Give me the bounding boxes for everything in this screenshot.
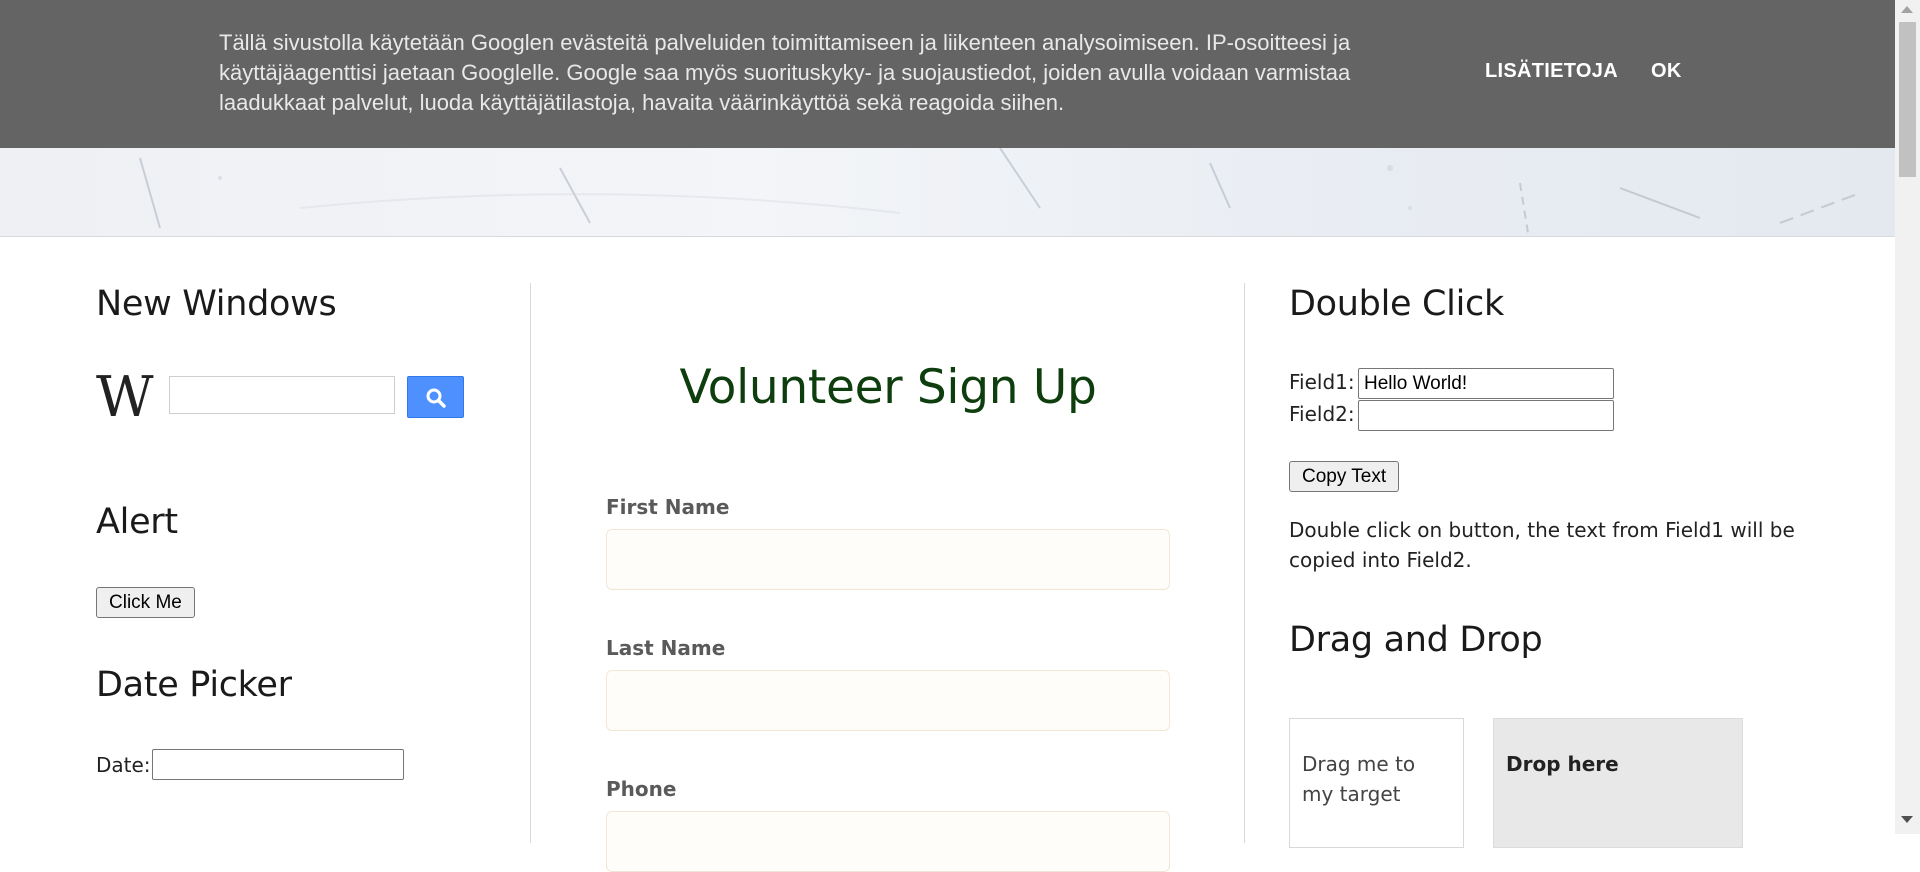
wikipedia-search-button[interactable] [407, 376, 464, 418]
cookie-banner: Tällä sivustolla käytetään Googlen eväst… [0, 0, 1895, 148]
field2-input[interactable] [1358, 400, 1614, 431]
phone-field[interactable] [606, 811, 1170, 872]
scroll-down-arrow-icon[interactable] [1901, 816, 1913, 823]
field2-label: Field2: [1289, 402, 1355, 426]
cookie-ok-button[interactable]: OK [1651, 60, 1682, 83]
drop-target[interactable]: Drop here [1493, 718, 1743, 848]
date-label: Date: [96, 753, 151, 777]
search-icon [426, 388, 446, 408]
double-click-instruction: Double click on button, the text from Fi… [1289, 518, 1795, 572]
column-divider [530, 283, 531, 843]
last-name-field[interactable] [606, 670, 1170, 731]
field1-label: Field1: [1289, 370, 1355, 394]
phone-label: Phone [606, 777, 677, 801]
drag-and-drop-heading: Drag and Drop [1289, 620, 1543, 660]
cookie-notice-text: Tällä sivustolla käytetään Googlen eväst… [219, 30, 1351, 115]
field1-input[interactable] [1358, 368, 1614, 399]
first-name-label: First Name [606, 495, 730, 519]
date-picker-heading: Date Picker [96, 665, 292, 705]
alert-heading: Alert [96, 502, 178, 542]
new-windows-heading: New Windows [96, 284, 337, 324]
last-name-label: Last Name [606, 636, 726, 660]
drop-target-text: Drop here [1506, 752, 1619, 776]
date-picker-input[interactable] [152, 749, 404, 780]
draggable-item[interactable]: Drag me to my target [1289, 718, 1464, 848]
alert-click-me-button[interactable]: Click Me [96, 587, 195, 618]
copy-text-button[interactable]: Copy Text [1289, 461, 1400, 492]
cookie-more-info-link[interactable]: LISÄTIETOJA [1485, 60, 1618, 83]
wikipedia-logo-icon: W [96, 365, 154, 430]
form-title: Volunteer Sign Up [679, 360, 1097, 415]
draggable-text: Drag me to my target [1302, 752, 1416, 806]
scroll-thumb[interactable] [1899, 22, 1916, 177]
column-divider [1244, 283, 1245, 843]
vertical-scrollbar[interactable] [1895, 0, 1920, 834]
first-name-field[interactable] [606, 529, 1170, 590]
scroll-up-arrow-icon[interactable] [1901, 6, 1913, 13]
double-click-heading: Double Click [1289, 284, 1504, 324]
header-banner-image [0, 148, 1895, 237]
wikipedia-search-input[interactable] [169, 376, 395, 414]
